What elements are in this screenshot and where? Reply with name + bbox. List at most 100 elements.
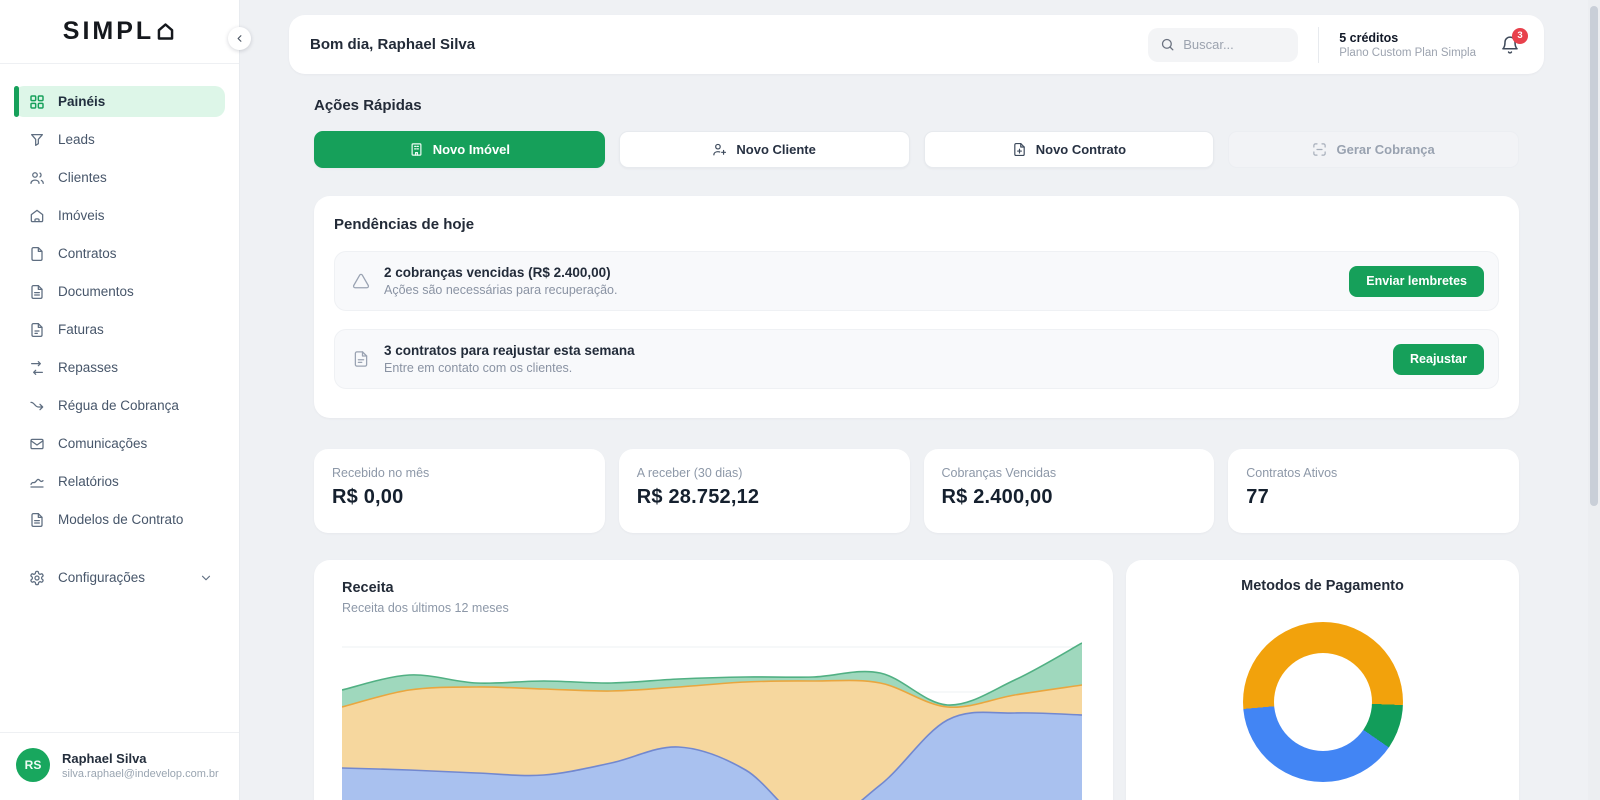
- search-icon: [1160, 37, 1175, 52]
- sidebar-item-relatorios[interactable]: Relatórios: [14, 466, 225, 497]
- sidebar-item-label: Modelos de Contrato: [58, 512, 184, 527]
- sidebar-item-label: Faturas: [58, 322, 104, 337]
- header-bar: Bom dia, Raphael Silva 5 créditos Plano …: [289, 15, 1544, 74]
- sidebar-item-label: Documentos: [58, 284, 134, 299]
- sidebar-nav: Painéis Leads Clientes Imóveis Contratos…: [0, 64, 239, 593]
- sidebar-item-label: Repasses: [58, 360, 119, 375]
- users-icon: [29, 170, 45, 186]
- sidebar-item-label: Régua de Cobrança: [58, 398, 179, 413]
- charts-row: Receita Receita dos últimos 12 meses Met…: [314, 560, 1519, 800]
- donut-hole: [1273, 653, 1372, 751]
- send-reminders-button[interactable]: Enviar lembretes: [1349, 265, 1484, 297]
- sidebar-item-label: Painéis: [58, 94, 106, 109]
- readjust-button[interactable]: Reajustar: [1393, 343, 1484, 375]
- stat-value: R$ 28.752,12: [636, 486, 760, 508]
- new-contract-button[interactable]: Novo Contrato: [923, 131, 1215, 168]
- pending-card: Pendências de hoje 2 cobranças vencidas …: [314, 196, 1519, 418]
- sidebar-item-label: Leads: [58, 132, 95, 147]
- header-divider: [1318, 26, 1320, 63]
- search-input[interactable]: [1183, 37, 1287, 52]
- stat-card-overdue: Cobranças Vencidas R$ 2.400,00: [923, 449, 1215, 533]
- credits-block: 5 créditos Plano Custom Plan Simpla: [1339, 31, 1476, 59]
- sidebar-collapse-button[interactable]: [228, 27, 251, 50]
- scan-icon: [1312, 142, 1327, 157]
- stat-value: 77: [1246, 486, 1269, 508]
- user-plus-icon: [712, 142, 727, 157]
- revenue-chart-subtitle: Receita dos últimos 12 meses: [342, 601, 509, 615]
- stat-label: Contratos Ativos: [1246, 466, 1338, 480]
- pending-item-overdue: 2 cobranças vencidas (R$ 2.400,00) Ações…: [334, 251, 1499, 311]
- new-property-label: Novo Imóvel: [432, 142, 511, 157]
- sidebar-item-leads[interactable]: Leads: [14, 124, 225, 155]
- new-contract-label: Novo Contrato: [1035, 142, 1127, 157]
- file-text-icon: [352, 350, 370, 368]
- swap-arrows-icon: [29, 360, 45, 376]
- mail-icon: [29, 436, 45, 452]
- generate-billing-button[interactable]: Gerar Cobrança: [1228, 131, 1519, 168]
- sidebar-item-faturas[interactable]: Faturas: [14, 314, 225, 345]
- sidebar-item-documentos[interactable]: Documentos: [14, 276, 225, 307]
- pending-item-subtitle: Entre em contato com os clientes.: [384, 361, 573, 375]
- header-right: 5 créditos Plano Custom Plan Simpla 3: [1148, 26, 1528, 63]
- avatar: RS: [16, 748, 50, 782]
- brand-logo-text: SIMPL: [62, 17, 155, 45]
- sidebar-item-paineis[interactable]: Painéis: [14, 86, 225, 117]
- user-name: Raphael Silva: [62, 750, 147, 766]
- pending-item-readjust: 3 contratos para reajustar esta semana E…: [334, 329, 1499, 389]
- funnel-icon: [29, 132, 45, 148]
- notifications-button[interactable]: 3: [1500, 27, 1528, 55]
- sidebar-item-repasses[interactable]: Repasses: [14, 352, 225, 383]
- new-client-label: Novo Cliente: [736, 142, 816, 157]
- sidebar-item-regua-de-cobranca[interactable]: Régua de Cobrança: [14, 390, 225, 421]
- sidebar-item-contratos[interactable]: Contratos: [14, 238, 225, 269]
- sidebar-item-clientes[interactable]: Clientes: [14, 162, 225, 193]
- sidebar-item-label: Configurações: [58, 570, 146, 585]
- revenue-chart-card: Receita Receita dos últimos 12 meses: [314, 560, 1113, 800]
- invoice-icon: [29, 322, 45, 338]
- revenue-area-chart: [342, 642, 1082, 800]
- file-plus-icon: [1012, 142, 1027, 157]
- sidebar-item-label: Clientes: [58, 170, 107, 185]
- pending-item-title: 3 contratos para reajustar esta semana: [384, 343, 635, 358]
- file-text-icon: [29, 512, 45, 528]
- pending-item-subtitle: Ações são necessárias para recuperação.: [384, 283, 618, 297]
- sidebar-item-label: Imóveis: [58, 208, 105, 223]
- donut-wrap: [1154, 622, 1491, 782]
- stat-card-active-contracts: Contratos Ativos 77: [1228, 449, 1519, 533]
- generate-billing-label: Gerar Cobrança: [1336, 142, 1435, 157]
- user-email: silva.raphael@indevelop.com.br: [62, 767, 219, 780]
- page-scrollbar-thumb[interactable]: [1590, 6, 1598, 506]
- credits-label: 5 créditos: [1339, 30, 1399, 45]
- chevron-left-icon: [234, 33, 245, 44]
- payment-methods-title: Metodos de Pagamento: [1241, 578, 1404, 594]
- pending-title: Pendências de hoje: [334, 216, 475, 233]
- stat-label: A receber (30 dias): [636, 466, 743, 480]
- file-icon: [29, 246, 45, 262]
- sidebar: SIMPL Painéis Leads Clientes Imóveis Con…: [0, 0, 240, 800]
- revenue-chart-title: Receita: [342, 580, 394, 596]
- sidebar-item-imoveis[interactable]: Imóveis: [14, 200, 225, 231]
- new-property-button[interactable]: Novo Imóvel: [314, 131, 605, 168]
- stat-card-received: Recebido no mês R$ 0,00: [314, 449, 605, 533]
- stats-row: Recebido no mês R$ 0,00 A receber (30 di…: [314, 449, 1519, 533]
- file-text-icon: [29, 284, 45, 300]
- stat-card-receivable: A receber (30 dias) R$ 28.752,12: [618, 449, 910, 533]
- quick-actions-row: Novo Imóvel Novo Cliente Novo Contrato G…: [314, 131, 1519, 168]
- sidebar-item-label: Contratos: [58, 246, 117, 261]
- chevron-down-icon: [199, 571, 213, 585]
- sidebar-item-label: Relatórios: [58, 474, 119, 489]
- new-client-button[interactable]: Novo Cliente: [618, 131, 910, 168]
- gear-icon: [29, 570, 45, 586]
- user-profile[interactable]: RS Raphael Silva silva.raphael@indevelop…: [0, 732, 239, 800]
- stat-value: R$ 0,00: [332, 486, 404, 508]
- pending-item-title: 2 cobranças vencidas (R$ 2.400,00): [384, 265, 611, 280]
- plan-label: Plano Custom Plan Simpla: [1339, 46, 1476, 59]
- quick-actions-title: Ações Rápidas: [314, 97, 422, 114]
- sidebar-item-comunicacoes[interactable]: Comunicações: [14, 428, 225, 459]
- sidebar-item-modelos-de-contrato[interactable]: Modelos de Contrato: [14, 504, 225, 535]
- brand-logo: SIMPL: [0, 0, 239, 64]
- sidebar-item-label: Comunicações: [58, 436, 148, 451]
- sidebar-item-configuracoes[interactable]: Configurações: [14, 562, 225, 593]
- stat-label: Recebido no mês: [332, 466, 430, 480]
- search-box[interactable]: [1148, 27, 1299, 62]
